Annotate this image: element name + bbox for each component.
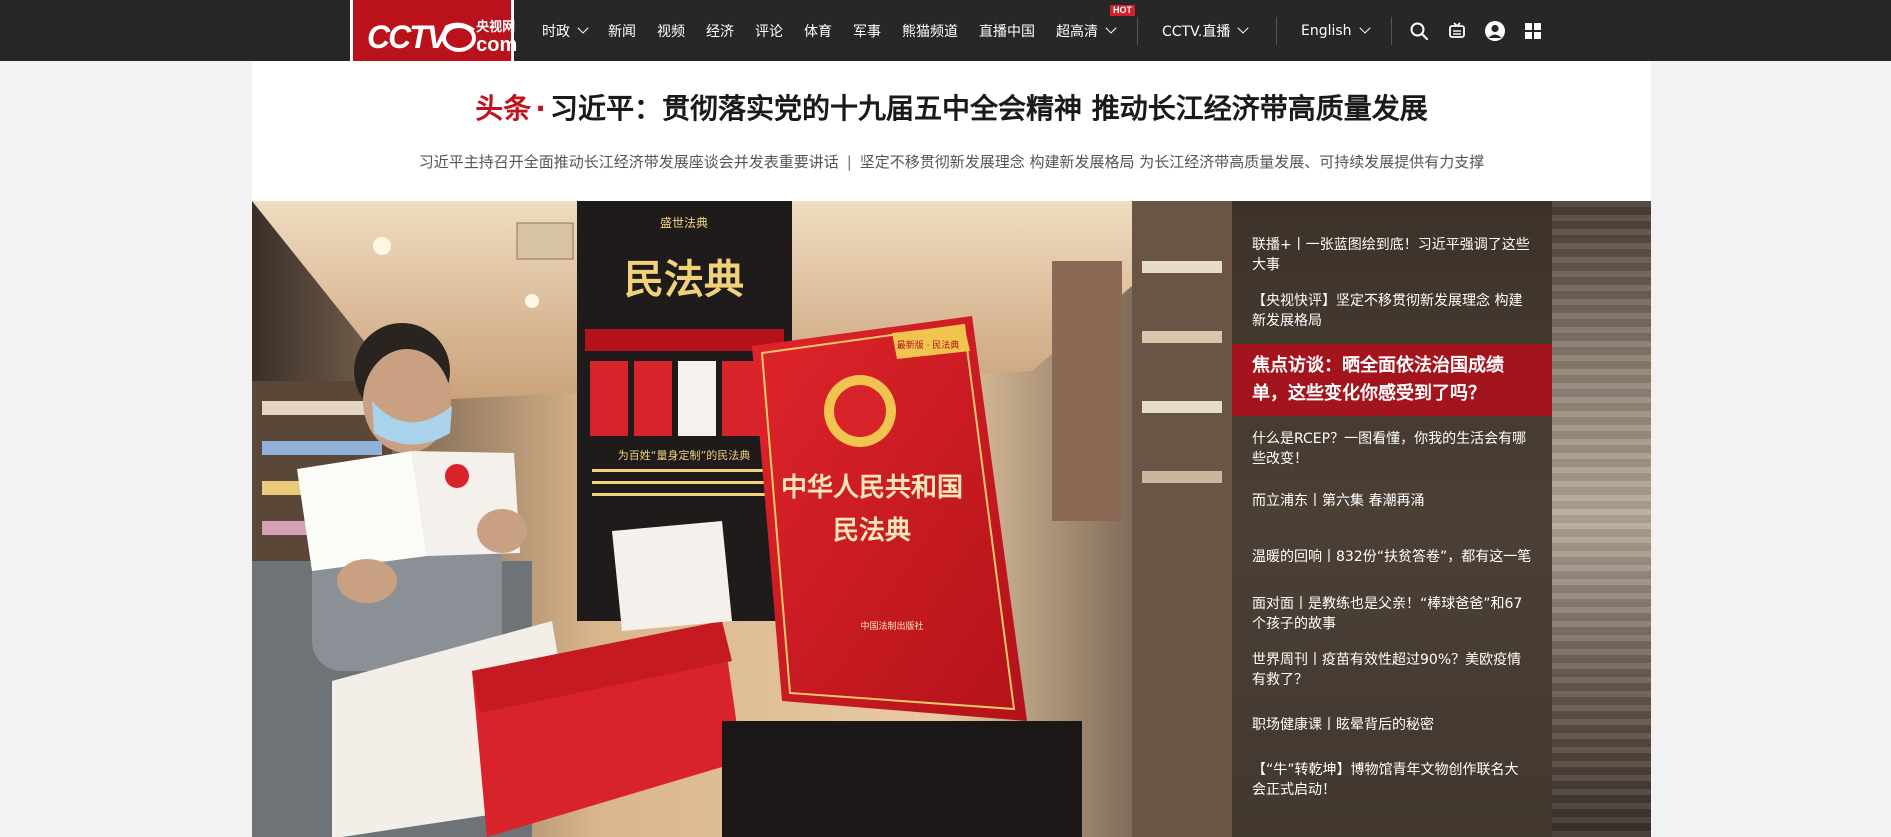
list-item[interactable]: 联播+丨一张蓝图绘到底！习近平强调了这些大事 xyxy=(1232,235,1552,275)
search-icon[interactable] xyxy=(1400,12,1438,50)
news-item-text: 焦点访谈：晒全面依法治国成绩单，这些变化你感受到了吗？ xyxy=(1252,355,1504,404)
nav-label: 超高清 xyxy=(1056,23,1098,40)
subline-link-2[interactable]: 坚定不移贯彻新发展理念 构建新发展格局 为长江经济带高质量发展、可持续发展提供有… xyxy=(860,153,1485,171)
list-item[interactable]: 温暖的回响丨832份“扶贫答卷”，都有这一笔 xyxy=(1232,547,1552,567)
news-item-text: 什么是RCEP？一图看懂，你我的生活会有哪些改变！ xyxy=(1252,431,1527,467)
book-tag-text: 最新版 · 民法典 xyxy=(897,339,960,351)
list-item[interactable]: 【“牛”转乾坤】博物馆青年文物创作联名大会正式启动！ xyxy=(1232,760,1552,800)
headline[interactable]: 头条 · 习近平：贯彻落实党的十九届五中全会精神 推动长江经济带高质量发展 xyxy=(252,87,1651,127)
nav-item-panda[interactable]: 熊猫频道 xyxy=(902,21,958,41)
news-item-text: 世界周刊丨疫苗有效性超过90%？美欧疫情有救了？ xyxy=(1252,652,1522,688)
headline-title[interactable]: 习近平：贯彻落实党的十九届五中全会精神 推动长江经济带高质量发展 xyxy=(550,92,1428,125)
nav-label: CCTV.直播 xyxy=(1162,23,1231,40)
nav-icons xyxy=(1400,0,1552,61)
nav-divider xyxy=(1391,17,1392,45)
list-item-active[interactable]: 焦点访谈：晒全面依法治国成绩单，这些变化你感受到了吗？ xyxy=(1232,344,1552,416)
headline-section: 头条 · 习近平：贯彻落实党的十九届五中全会精神 推动长江经济带高质量发展 习近平主… xyxy=(252,61,1651,201)
list-item[interactable]: 什么是RCEP？一图看懂，你我的生活会有哪些改变！ xyxy=(1232,429,1552,469)
nav-label: 视频 xyxy=(657,23,685,40)
chevron-down-icon xyxy=(577,22,589,34)
nav-label: 新闻 xyxy=(608,23,636,40)
nav-label: 评论 xyxy=(755,23,783,40)
nav-label: 时政 xyxy=(542,23,570,40)
headline-subline: 习近平主持召开全面推动长江经济带发展座谈会并发表重要讲话 | 坚定不移贯彻新发展理念… xyxy=(252,151,1651,172)
poster-top-text: 盛世法典 xyxy=(660,215,708,230)
poster-tagline-text: 为百姓“量身定制”的民法典 xyxy=(618,448,750,462)
hero-image[interactable]: 盛世法典 民法典 为百姓“量身定制”的民法典 中国法制出版社 中华人 xyxy=(252,201,1232,837)
nav-item-sports[interactable]: 体育 xyxy=(804,21,832,41)
nav-item-english[interactable]: English xyxy=(1301,22,1371,39)
headline-dot: · xyxy=(535,92,546,125)
chevron-down-icon xyxy=(1105,22,1117,34)
next-slide-preview[interactable] xyxy=(1552,201,1651,837)
nav-item-politics[interactable]: 时政 xyxy=(542,21,589,41)
nav-item-uhd[interactable]: 超高清 HOT xyxy=(1056,4,1135,41)
list-item[interactable]: 而立浦东丨第六集 春潮再涌 xyxy=(1232,491,1552,511)
nav-label: 军事 xyxy=(853,23,881,40)
nav-item-video[interactable]: 视频 xyxy=(657,21,685,41)
logo-side: 央视网 com xyxy=(476,20,517,55)
poster-title-text: 民法典 xyxy=(624,256,744,303)
nav-divider xyxy=(1137,17,1138,45)
logo-ring-icon xyxy=(440,18,478,56)
chevron-down-icon xyxy=(1237,22,1249,34)
news-item-text: 【央视快评】坚定不移贯彻新发展理念 构建新发展格局 xyxy=(1252,293,1523,329)
nav-item-news[interactable]: 新闻 xyxy=(608,21,636,41)
book-title-2-text: 民法典 xyxy=(833,516,911,546)
chevron-down-icon xyxy=(1358,22,1371,34)
main-nav: 时政 新闻 视频 经济 评论 体育 军事 熊猫频道 直播中国 超高清 HOT xyxy=(542,0,1136,61)
nav-label: 熊猫频道 xyxy=(902,23,958,40)
news-item-text: 温暖的回响丨832份“扶贫答卷”，都有这一笔 xyxy=(1252,549,1532,565)
news-item-text: 【“牛”转乾坤】博物馆青年文物创作联名大会正式启动！ xyxy=(1252,762,1519,798)
tv-icon[interactable] xyxy=(1438,12,1476,50)
list-item[interactable]: 世界周刊丨疫苗有效性超过90%？美欧疫情有救了？ xyxy=(1232,650,1552,690)
list-item[interactable]: 【央视快评】坚定不移贯彻新发展理念 构建新发展格局 xyxy=(1232,291,1552,331)
subline-separator: | xyxy=(846,153,852,171)
nav-item-live-china[interactable]: 直播中国 xyxy=(979,21,1035,41)
logo-cn: 央视网 xyxy=(476,19,516,35)
list-item[interactable]: 职场健康课丨眩晕背后的秘密 xyxy=(1232,715,1552,735)
nav-item-cctv-live[interactable]: CCTV.直播 xyxy=(1162,21,1249,41)
cctv-live-menu[interactable]: CCTV.直播 xyxy=(1162,0,1268,61)
book-title-1-text: 中华人民共和国 xyxy=(781,472,963,503)
headline-tag: 头条 xyxy=(475,92,532,125)
nav-item-economy[interactable]: 经济 xyxy=(706,21,734,41)
nav-label: 经济 xyxy=(706,23,734,40)
book-publisher-text: 中国法制出版社 xyxy=(860,620,923,632)
news-item-text: 联播+丨一张蓝图绘到底！习近平强调了这些大事 xyxy=(1252,237,1530,273)
hero-carousel: 盛世法典 民法典 为百姓“量身定制”的民法典 中国法制出版社 中华人 xyxy=(252,201,1651,837)
nav-label: 直播中国 xyxy=(979,23,1035,40)
nav-label: 体育 xyxy=(804,23,832,40)
list-item[interactable]: 面对面丨是教练也是父亲！“棒球爸爸”和67个孩子的故事 xyxy=(1232,594,1552,634)
logo-text: CCTV xyxy=(367,18,448,55)
news-item-text: 而立浦东丨第六集 春潮再涌 xyxy=(1252,493,1425,509)
logo-inner: CCTV 央视网 com xyxy=(367,18,517,56)
nav-label: English xyxy=(1301,22,1352,39)
news-item-text: 面对面丨是教练也是父亲！“棒球爸爸”和67个孩子的故事 xyxy=(1252,596,1523,632)
user-icon[interactable] xyxy=(1476,12,1514,50)
logo-com: com xyxy=(476,33,518,56)
top-nav-bar: CCTV 央视网 com 时政 新闻 视频 经济 评论 体育 军事 熊猫频道 直… xyxy=(0,0,1891,78)
nav-item-opinion[interactable]: 评论 xyxy=(755,21,783,41)
nav-item-military[interactable]: 军事 xyxy=(853,21,881,41)
news-item-text: 职场健康课丨眩晕背后的秘密 xyxy=(1252,717,1434,733)
subline-link-1[interactable]: 习近平主持召开全面推动长江经济带发展座谈会并发表重要讲话 xyxy=(419,153,839,171)
nav-divider xyxy=(1276,17,1277,45)
hot-badge: HOT xyxy=(1110,4,1135,16)
language-menu[interactable]: English xyxy=(1301,0,1390,61)
side-news-panel: 联播+丨一张蓝图绘到底！习近平强调了这些大事 【央视快评】坚定不移贯彻新发展理念… xyxy=(1232,201,1552,837)
apps-icon[interactable] xyxy=(1514,12,1552,50)
